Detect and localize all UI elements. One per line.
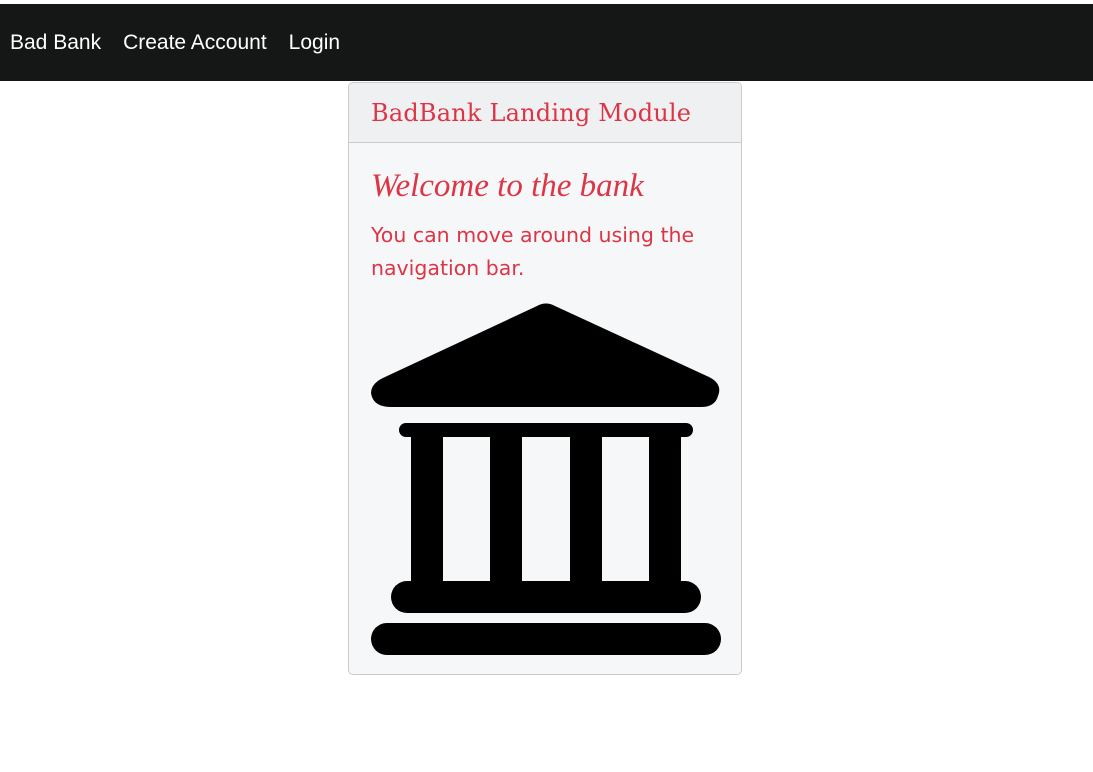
- card-title: Welcome to the bank: [371, 168, 644, 204]
- card-text: You can move around using the navigation…: [371, 223, 695, 280]
- landing-card: BadBank Landing Module Welcome to the ba…: [348, 82, 742, 675]
- card-header-title: BadBank Landing Module: [371, 98, 692, 127]
- navbar-brand-link[interactable]: Bad Bank: [10, 31, 101, 55]
- nav-link-login[interactable]: Login: [289, 31, 340, 55]
- nav-link-create-account[interactable]: Create Account: [123, 31, 267, 55]
- card-header: BadBank Landing Module: [349, 83, 741, 143]
- navbar: Bad Bank Create Account Login: [0, 4, 1093, 81]
- card-body: Welcome to the bank You can move around …: [349, 167, 741, 285]
- bank-icon: [371, 303, 721, 655]
